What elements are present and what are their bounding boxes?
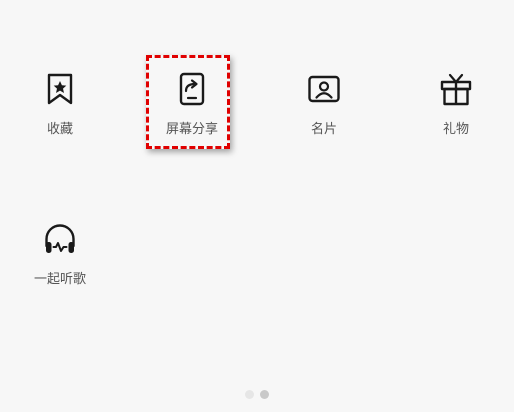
page-dot-2[interactable] <box>260 390 269 399</box>
gift-button[interactable]: 礼物 <box>411 72 501 162</box>
screen-share-button[interactable]: 屏幕分享 <box>147 72 237 162</box>
page-indicator <box>0 390 514 399</box>
screen-share-icon <box>179 72 205 106</box>
favorite-label: 收藏 <box>46 122 73 137</box>
listen-together-label: 一起听歌 <box>33 272 86 287</box>
gift-icon <box>440 73 472 106</box>
bookmark-star-icon <box>47 73 73 105</box>
listen-together-button[interactable]: 一起听歌 <box>15 222 105 312</box>
headphones-icon <box>45 224 75 253</box>
contact-card-icon <box>308 75 340 103</box>
business-card-label: 名片 <box>310 122 337 137</box>
page-dot-1[interactable] <box>245 390 254 399</box>
business-card-button[interactable]: 名片 <box>279 72 369 162</box>
share-menu-panel: 收藏 屏幕分享 名片 礼物 一起听歌 <box>0 0 514 412</box>
screen-share-label: 屏幕分享 <box>165 122 218 137</box>
gift-label: 礼物 <box>442 122 469 137</box>
favorite-button[interactable]: 收藏 <box>15 72 105 162</box>
